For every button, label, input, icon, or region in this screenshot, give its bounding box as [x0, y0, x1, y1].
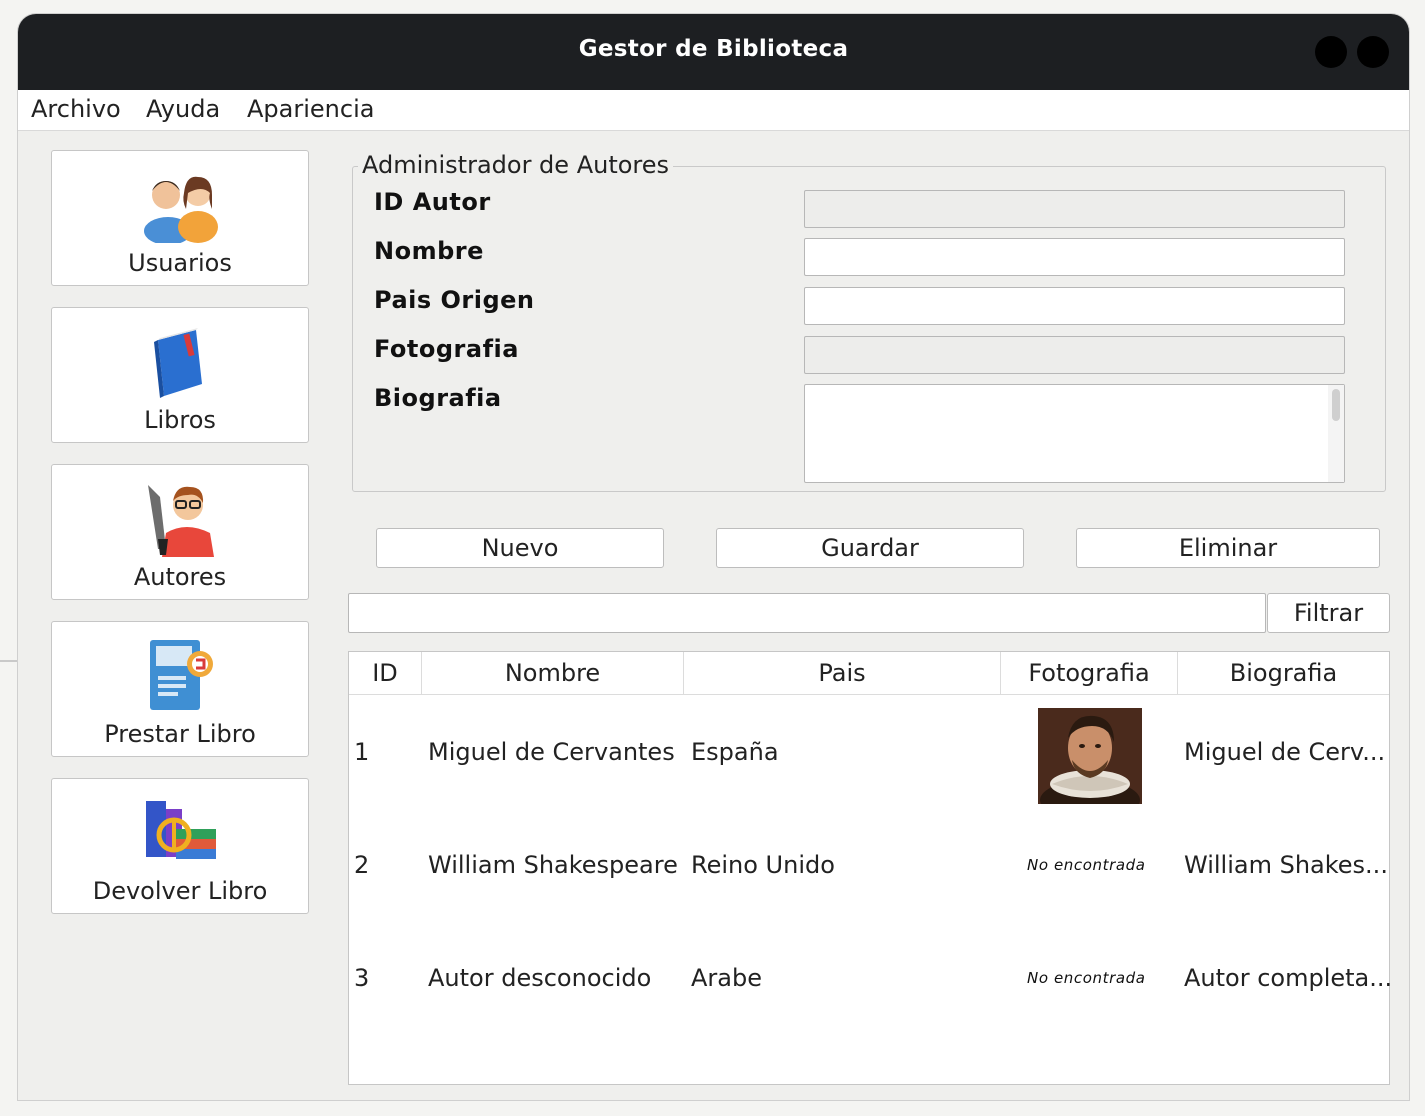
cell-id: 3: [354, 964, 370, 992]
fotografia-field[interactable]: [804, 336, 1345, 374]
editor-divider: [0, 660, 20, 662]
close-button[interactable]: [1357, 36, 1389, 68]
label-fotografia: Fotografia: [374, 335, 519, 363]
cell-pais: Arabe: [691, 964, 762, 992]
sidebar-button-libros[interactable]: Libros: [51, 307, 309, 443]
title-bar: Gestor de Biblioteca: [18, 14, 1409, 90]
cell-biografia: Autor completa...: [1184, 964, 1393, 992]
cell-id: 2: [354, 851, 370, 879]
label-biografia: Biografia: [374, 384, 502, 412]
cell-nombre: William Shakespeare: [428, 851, 678, 879]
sidebar-label: Devolver Libro: [92, 877, 268, 905]
author-portrait-image: [1038, 708, 1142, 804]
minimize-button[interactable]: [1315, 36, 1347, 68]
nombre-field[interactable]: [804, 238, 1345, 276]
label-id-autor: ID Autor: [374, 188, 491, 216]
nuevo-button[interactable]: Nuevo: [376, 528, 664, 568]
pais-origen-field[interactable]: [804, 287, 1345, 325]
guardar-button[interactable]: Guardar: [716, 528, 1024, 568]
sidebar-label: Libros: [144, 406, 216, 434]
cell-biografia: William Shakes...: [1184, 851, 1388, 879]
cell-fotografia: No encontrada: [1027, 969, 1146, 987]
menu-archivo[interactable]: Archivo: [31, 95, 121, 123]
sidebar-button-prestar-libro[interactable]: Prestar Libro: [51, 621, 309, 757]
menu-bar: Archivo Ayuda Apariencia: [18, 90, 1409, 131]
sidebar-label: Autores: [133, 563, 227, 591]
window-title: Gestor de Biblioteca: [578, 36, 849, 62]
cell-fotografia: No encontrada: [1027, 856, 1146, 874]
menu-ayuda[interactable]: Ayuda: [146, 95, 220, 123]
filtrar-button[interactable]: Filtrar: [1267, 593, 1390, 633]
column-header-fotografia[interactable]: Fotografia: [1001, 652, 1178, 695]
scrollbar-thumb[interactable]: [1332, 389, 1340, 421]
sidebar-button-autores[interactable]: Autores: [51, 464, 309, 600]
column-header-nombre[interactable]: Nombre: [422, 652, 684, 695]
cell-biografia: Miguel de Cerv...: [1184, 738, 1386, 766]
cell-pais: Reino Unido: [691, 851, 835, 879]
return-book-icon: [146, 801, 216, 859]
label-pais-origen: Pais Origen: [374, 286, 535, 314]
filter-input[interactable]: [348, 593, 1266, 633]
cell-nombre: Miguel de Cervantes: [428, 738, 675, 766]
sidebar-button-devolver-libro[interactable]: Devolver Libro: [51, 778, 309, 914]
cell-nombre: Autor desconocido: [428, 964, 652, 992]
biografia-textarea[interactable]: [804, 384, 1345, 483]
sidebar-label: Usuarios: [128, 249, 232, 277]
cell-id: 1: [354, 738, 370, 766]
column-header-biografia[interactable]: Biografia: [1178, 652, 1389, 695]
column-header-id[interactable]: ID: [349, 652, 422, 695]
biografia-scrollbar[interactable]: [1328, 385, 1344, 482]
author-icon: [148, 485, 214, 557]
lend-book-icon: [150, 640, 213, 710]
id-autor-field[interactable]: [804, 190, 1345, 228]
app-window: Gestor de Biblioteca Archivo Ayuda Apari…: [18, 14, 1409, 1100]
users-icon: [144, 176, 218, 243]
sidebar-button-usuarios[interactable]: Usuarios: [51, 150, 309, 286]
cell-pais: España: [691, 738, 779, 766]
sidebar-label: Prestar Libro: [104, 720, 256, 748]
book-icon: [154, 328, 202, 398]
eliminar-button[interactable]: Eliminar: [1076, 528, 1380, 568]
menu-apariencia[interactable]: Apariencia: [247, 95, 374, 123]
group-title: Administrador de Autores: [358, 151, 674, 179]
column-header-pais[interactable]: Pais: [684, 652, 1001, 695]
label-nombre: Nombre: [374, 237, 484, 265]
authors-table[interactable]: ID Nombre Pais Fotografia Biografia 1 Mi…: [348, 651, 1393, 1085]
